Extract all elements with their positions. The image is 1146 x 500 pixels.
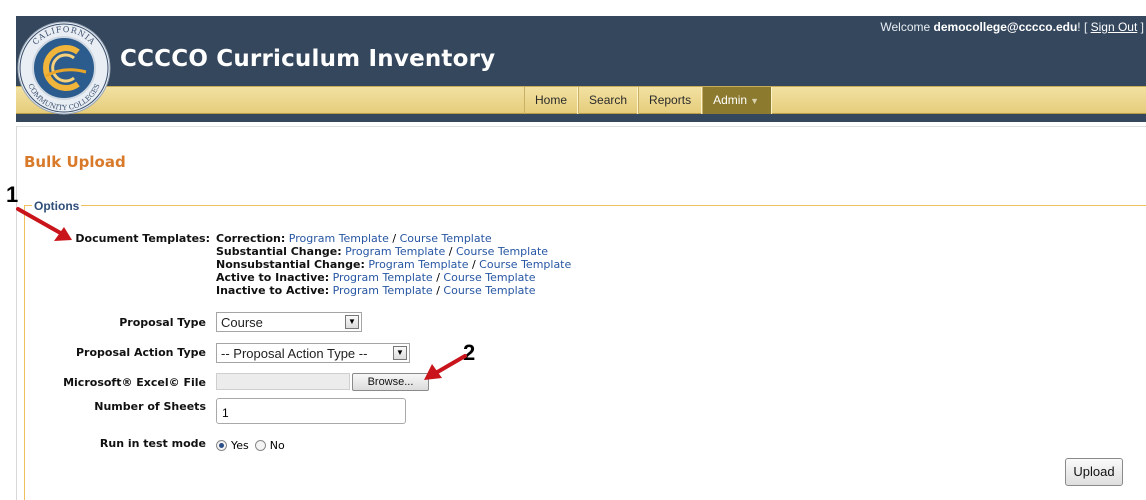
test-mode-yes-label: Yes	[231, 439, 249, 452]
user-email: democollege@cccco.edu	[933, 20, 1078, 34]
nav-bar: Home Search Reports Admin ▼	[16, 86, 1146, 114]
proposal-type-value: Course	[221, 315, 263, 330]
excel-file-label: Microsoft® Excel© File	[63, 376, 206, 389]
program-template-link[interactable]: Program Template	[345, 245, 445, 258]
annotation-arrow-1-icon	[16, 207, 72, 241]
main-nav: Home Search Reports Admin ▼	[524, 87, 773, 115]
nav-item-admin[interactable]: Admin ▼	[702, 87, 773, 114]
test-mode-label: Run in test mode	[99, 437, 206, 450]
welcome-suffix: ! [	[1077, 20, 1091, 34]
browse-button[interactable]: Browse...	[352, 373, 429, 391]
template-row-correction: Correction: Program Template / Course Te…	[216, 232, 571, 245]
proposal-action-type-value: -- Proposal Action Type --	[221, 346, 368, 361]
app-header: Home Search Reports Admin ▼ CALIFORNIA CO…	[16, 16, 1146, 122]
page-title: Bulk Upload	[24, 153, 126, 171]
upload-button[interactable]: Upload	[1065, 458, 1123, 486]
template-type-label: Active to Inactive:	[216, 271, 330, 284]
excel-file-input[interactable]	[216, 373, 350, 390]
dropdown-arrow-icon: ▼	[393, 346, 407, 360]
welcome-prefix: Welcome	[880, 20, 934, 34]
header-bottom-strip	[16, 114, 1146, 122]
annotation-arrow-2-icon	[424, 354, 467, 380]
template-row-substantial-change: Substantial Change: Program Template / C…	[216, 245, 571, 258]
chevron-down-icon: ▼	[750, 96, 760, 106]
app-title: CCCCO Curriculum Inventory	[120, 46, 496, 72]
welcome-close: ]	[1137, 20, 1144, 34]
course-template-link[interactable]: Course Template	[400, 232, 492, 245]
welcome-message: Welcome democollege@cccco.edu! [ Sign Ou…	[880, 20, 1144, 34]
document-templates-list: Correction: Program Template / Course Te…	[216, 232, 571, 297]
template-type-label: Nonsubstantial Change:	[216, 258, 365, 271]
number-of-sheets-input[interactable]: 1	[216, 398, 406, 424]
nav-item-home[interactable]: Home	[524, 87, 579, 114]
test-mode-radio-group: Yes No	[216, 439, 285, 452]
california-community-colleges-logo-icon: CALIFORNIA COMMUNITY COLLEGES	[17, 21, 111, 115]
test-mode-no-label: No	[269, 439, 285, 452]
proposal-type-label: Proposal Type	[119, 316, 206, 329]
nav-item-reports[interactable]: Reports	[638, 87, 703, 114]
course-template-link[interactable]: Course Template	[443, 284, 535, 297]
template-separator: /	[388, 232, 400, 245]
program-template-link[interactable]: Program Template	[368, 258, 468, 271]
nav-item-search[interactable]: Search	[578, 87, 639, 114]
course-template-link[interactable]: Course Template	[443, 271, 535, 284]
template-separator: /	[445, 245, 456, 258]
nav-item-admin-label: Admin	[713, 93, 748, 107]
program-template-link[interactable]: Program Template	[333, 271, 433, 284]
template-separator: /	[468, 258, 480, 271]
course-template-link[interactable]: Course Template	[456, 245, 548, 258]
template-separator: /	[432, 284, 444, 297]
template-row-nonsubstantial-change: Nonsubstantial Change: Program Template …	[216, 258, 571, 271]
course-template-link[interactable]: Course Template	[479, 258, 571, 271]
test-mode-no-radio[interactable]	[254, 440, 266, 451]
content-top-border	[16, 126, 1146, 127]
test-mode-yes-radio[interactable]	[216, 440, 227, 451]
template-separator: /	[432, 271, 444, 284]
template-type-label: Inactive to Active:	[216, 284, 330, 297]
number-of-sheets-label: Number of Sheets	[94, 400, 206, 413]
proposal-action-type-label: Proposal Action Type	[75, 346, 206, 359]
template-row-inactive-to-active: Inactive to Active: Program Template / C…	[216, 284, 571, 297]
template-type-label: Correction:	[216, 232, 286, 245]
sign-out-link[interactable]: Sign Out	[1091, 20, 1138, 34]
dropdown-arrow-icon: ▼	[345, 315, 359, 329]
template-type-label: Substantial Change:	[216, 245, 342, 258]
proposal-action-type-select[interactable]: -- Proposal Action Type -- ▼	[216, 343, 410, 363]
proposal-type-select[interactable]: Course ▼	[216, 312, 362, 332]
program-template-link[interactable]: Program Template	[289, 232, 389, 245]
template-row-active-to-inactive: Active to Inactive: Program Template / C…	[216, 271, 571, 284]
program-template-link[interactable]: Program Template	[333, 284, 433, 297]
